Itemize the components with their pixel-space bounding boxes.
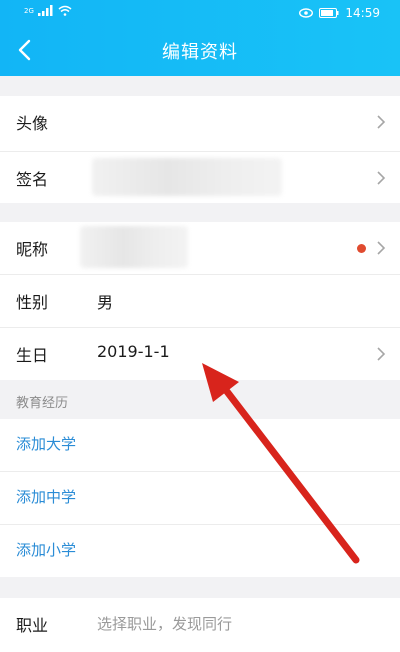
nav-bar: 编辑资料 bbox=[0, 26, 400, 76]
job-label: 职业 bbox=[16, 616, 49, 635]
network-type-label: 2G bbox=[24, 6, 34, 15]
signature-label: 签名 bbox=[16, 170, 49, 189]
add-university-link[interactable]: 添加大学 bbox=[16, 433, 76, 454]
chevron-right-icon bbox=[377, 347, 386, 361]
profile-detail-section: 昵称 性别 男 生日 2019-1-1 bbox=[0, 222, 400, 380]
chevron-right-icon bbox=[377, 171, 386, 185]
add-primary-school-row[interactable]: 添加小学 bbox=[0, 525, 400, 577]
eye-icon bbox=[299, 8, 314, 18]
add-primary-school-link[interactable]: 添加小学 bbox=[16, 539, 76, 560]
signature-value-blurred bbox=[92, 158, 282, 196]
nickname-value-blurred bbox=[80, 226, 188, 268]
add-university-row[interactable]: 添加大学 bbox=[0, 419, 400, 472]
gender-value: 男 bbox=[97, 293, 114, 312]
job-section: 职业 选择职业，发现同行 bbox=[0, 598, 400, 652]
avatar-row[interactable]: 头像 bbox=[0, 96, 400, 152]
wifi-icon bbox=[58, 5, 72, 16]
top-header: 2G 14:59 编辑资料 bbox=[0, 0, 400, 76]
education-group-title: 教育经历 bbox=[16, 396, 69, 411]
job-placeholder: 选择职业，发现同行 bbox=[97, 615, 233, 633]
gender-label: 性别 bbox=[16, 293, 49, 312]
signature-row[interactable]: 签名 bbox=[0, 152, 400, 203]
status-bar: 2G 14:59 bbox=[0, 0, 400, 26]
chevron-right-icon bbox=[377, 241, 386, 255]
education-section: 添加大学 添加中学 添加小学 bbox=[0, 419, 400, 577]
profile-basic-section: 头像 签名 bbox=[0, 96, 400, 203]
birthday-label: 生日 bbox=[16, 346, 49, 365]
signal-icon bbox=[37, 5, 53, 16]
add-middle-school-link[interactable]: 添加中学 bbox=[16, 486, 76, 507]
page-title: 编辑资料 bbox=[162, 42, 238, 63]
job-row[interactable]: 职业 选择职业，发现同行 bbox=[0, 598, 400, 650]
birthday-value: 2019-1-1 bbox=[97, 342, 170, 361]
chevron-right-icon bbox=[377, 115, 386, 129]
clock: 14:59 bbox=[345, 6, 380, 20]
new-badge-dot bbox=[357, 244, 366, 253]
nickname-row[interactable]: 昵称 bbox=[0, 222, 400, 275]
birthday-row[interactable]: 生日 2019-1-1 bbox=[0, 328, 400, 380]
add-middle-school-row[interactable]: 添加中学 bbox=[0, 472, 400, 525]
nickname-label: 昵称 bbox=[16, 240, 49, 259]
gender-row[interactable]: 性别 男 bbox=[0, 275, 400, 328]
avatar-label: 头像 bbox=[16, 114, 49, 133]
battery-icon bbox=[319, 8, 339, 18]
